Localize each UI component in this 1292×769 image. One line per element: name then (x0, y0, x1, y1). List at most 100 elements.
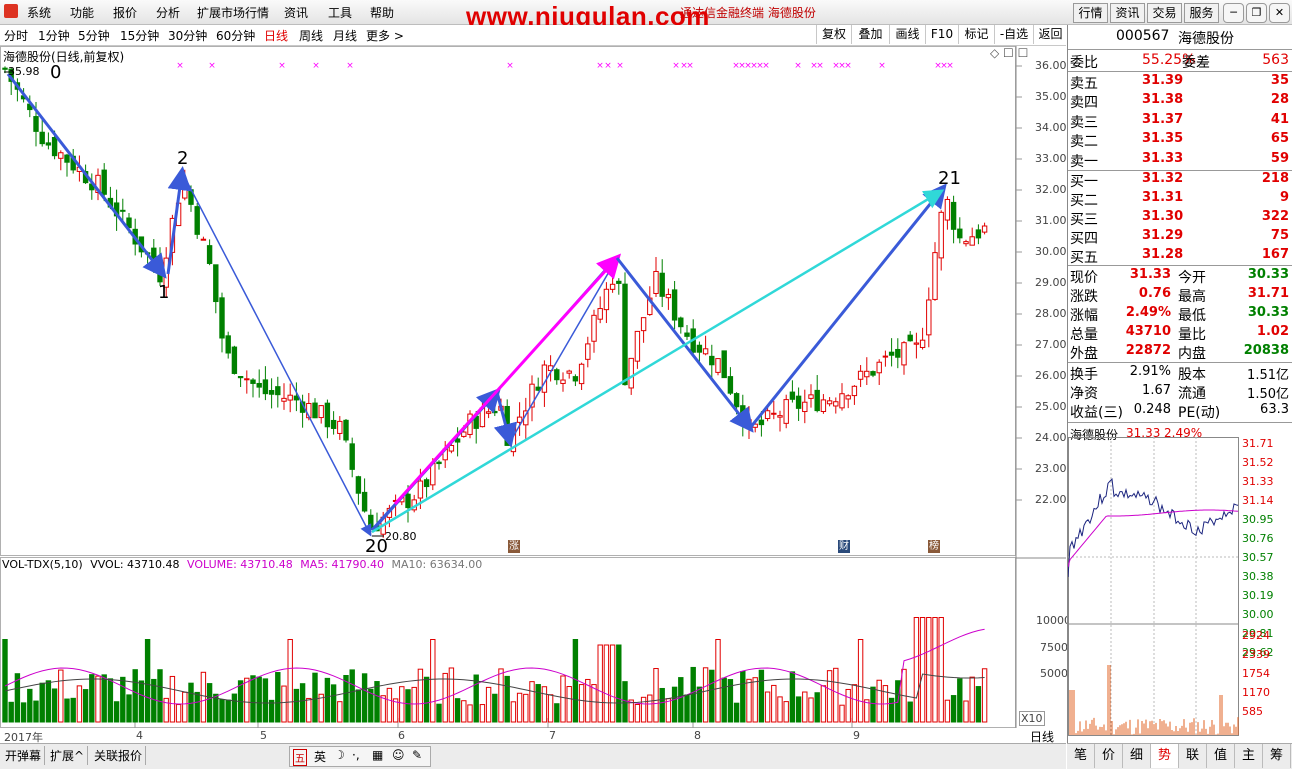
restore-icon[interactable]: ❐ (1246, 3, 1267, 23)
danmu-tab[interactable]: 开弹幕 (2, 746, 46, 765)
quote-tab[interactable]: 联 (1179, 744, 1207, 768)
candle-body (678, 317, 684, 328)
volume-bar (417, 668, 424, 723)
ime-wubi-icon[interactable]: 五 (293, 749, 307, 766)
top-btn-trade[interactable]: 交易 (1147, 3, 1182, 23)
volume-bar (665, 698, 672, 723)
quote-panel: 000567 海德股份 委比 55.25% 委差 563 卖五 31.39 35 卖四… (1067, 25, 1292, 743)
quote-tab[interactable]: 笔 (1067, 744, 1095, 768)
volume-bar (405, 689, 411, 723)
candle-body (857, 370, 864, 380)
candle-body (981, 225, 988, 233)
ask-price[interactable]: 31.39 (1142, 73, 1183, 88)
candle-body (882, 355, 889, 358)
fund-label: PE(动) (1178, 405, 1221, 421)
ime-keyboard-icon[interactable]: ▦ (372, 748, 383, 762)
bottom-bar: 开弹幕 扩展^ 关联报价 五 英 ☽ ·, ▦ ☺ ✎ (0, 743, 1066, 769)
period-tab[interactable]: 月线 (333, 27, 357, 44)
candle-body (696, 344, 703, 353)
quote-tab[interactable]: 势 (1151, 744, 1179, 768)
volume-bar (622, 681, 628, 723)
quote-tab[interactable]: 主 (1235, 744, 1263, 768)
menu-analysis[interactable]: 分析 (156, 4, 180, 21)
bid-price[interactable]: 31.30 (1142, 209, 1183, 224)
kline-chart-svg[interactable]: × × × × × × × × × × ×× ×××××× × ×× ××× × ××× (0, 46, 1066, 728)
menu-quote[interactable]: 报价 (113, 4, 137, 21)
volume-bar (45, 680, 52, 723)
bid-price[interactable]: 31.28 (1142, 247, 1183, 262)
bid-price[interactable]: 31.31 (1142, 190, 1183, 205)
ask-price[interactable]: 31.35 (1142, 131, 1183, 146)
volume-bar (374, 681, 380, 723)
close-icon[interactable]: ✕ (1269, 3, 1290, 23)
tool-f10[interactable]: F10 (925, 25, 958, 44)
extend-tab[interactable]: 扩展^ (47, 746, 89, 765)
menu-help[interactable]: 帮助 (370, 4, 394, 21)
menu-function[interactable]: 功能 (70, 4, 94, 21)
event-badge[interactable]: 榜 (928, 540, 940, 553)
tool-overlay[interactable]: 叠加 (851, 25, 889, 44)
ask-price[interactable]: 31.33 (1142, 151, 1183, 166)
candle-body (938, 211, 944, 259)
ime-halfwidth-icon[interactable]: ☽ (334, 748, 345, 762)
period-tab[interactable]: 15分钟 (120, 27, 159, 44)
tool-mark[interactable]: 标记 (958, 25, 994, 44)
period-tab[interactable]: 30分钟 (168, 27, 207, 44)
volume-bar (411, 686, 417, 723)
period-more[interactable]: 更多 > (366, 27, 404, 44)
ask-price[interactable]: 31.37 (1142, 112, 1183, 127)
volume-bar (82, 689, 89, 723)
ime-settings-icon[interactable]: ✎ (412, 748, 422, 762)
quote-tab[interactable]: 筹 (1263, 744, 1291, 768)
bid-price[interactable]: 31.29 (1142, 228, 1183, 243)
top-btn-news[interactable]: 资讯 (1110, 3, 1145, 23)
intraday-price-tick: 30.38 (1242, 570, 1274, 583)
ime-punct-icon[interactable]: ·, (352, 748, 360, 762)
candle-body (182, 182, 188, 199)
bid-price[interactable]: 31.32 (1142, 171, 1183, 186)
intraday-price-tick: 30.57 (1242, 551, 1274, 564)
candle-body (541, 364, 548, 393)
candle-body (461, 431, 467, 437)
menu-tools[interactable]: 工具 (328, 4, 352, 21)
period-tab[interactable]: 1分钟 (38, 27, 70, 44)
tool-draw-line[interactable]: 画线 (889, 25, 925, 44)
period-tab-active[interactable]: 日线 (264, 27, 288, 44)
candle-body (839, 393, 845, 409)
tool-back[interactable]: 返回 (1033, 25, 1067, 44)
volume-bar (616, 644, 622, 723)
ime-english-icon[interactable]: 英 (314, 748, 326, 765)
menu-system[interactable]: 系统 (27, 4, 51, 21)
chart-zoom-icon[interactable]: ◇ ☐ ☐ (990, 46, 1028, 60)
menu-news[interactable]: 资讯 (284, 4, 308, 21)
kline-chart-area[interactable]: × × × × × × × × × × × × × × × × × × × × × × × × × × × × 海德股份(日线,前复权… (0, 46, 1071, 744)
top-btn-service[interactable]: 服务 (1184, 3, 1219, 23)
volume-bar (516, 692, 523, 723)
related-quote-tab[interactable]: 关联报价 (91, 746, 147, 765)
intraday-price-line (1068, 478, 1239, 578)
period-tab[interactable]: 分时 (4, 27, 28, 44)
ask-volume: 65 (1270, 131, 1289, 147)
volume-ma10: MA10: 63634.00 (391, 558, 483, 571)
period-tab[interactable]: 周线 (299, 27, 323, 44)
volume-bar (39, 682, 45, 723)
app-logo-icon[interactable] (4, 4, 18, 18)
ime-emoji-icon[interactable]: ☺ (392, 748, 405, 762)
volume-bar (256, 676, 262, 723)
tool-watchlist[interactable]: -自选 (994, 25, 1033, 44)
ask-price[interactable]: 31.38 (1142, 92, 1183, 107)
quote-tab[interactable]: 价 (1095, 744, 1123, 768)
tool-restore-rights[interactable]: 复权 (816, 25, 851, 44)
period-tab[interactable]: 60分钟 (216, 27, 255, 44)
menu-extended-market[interactable]: 扩展市场行情 (197, 4, 269, 21)
period-tab[interactable]: 5分钟 (78, 27, 110, 44)
quote-tab[interactable]: 值 (1207, 744, 1235, 768)
top-btn-market[interactable]: 行情 (1073, 3, 1108, 23)
intraday-volume-tick: 2924 (1242, 629, 1270, 642)
quote-tab[interactable]: 细 (1123, 744, 1151, 768)
event-badge[interactable]: 财 (838, 540, 850, 553)
signal-marker: × (794, 61, 802, 71)
signal-marker: × (616, 61, 624, 71)
minimize-icon[interactable]: ─ (1223, 3, 1244, 23)
event-badge[interactable]: 涨 (508, 540, 520, 553)
